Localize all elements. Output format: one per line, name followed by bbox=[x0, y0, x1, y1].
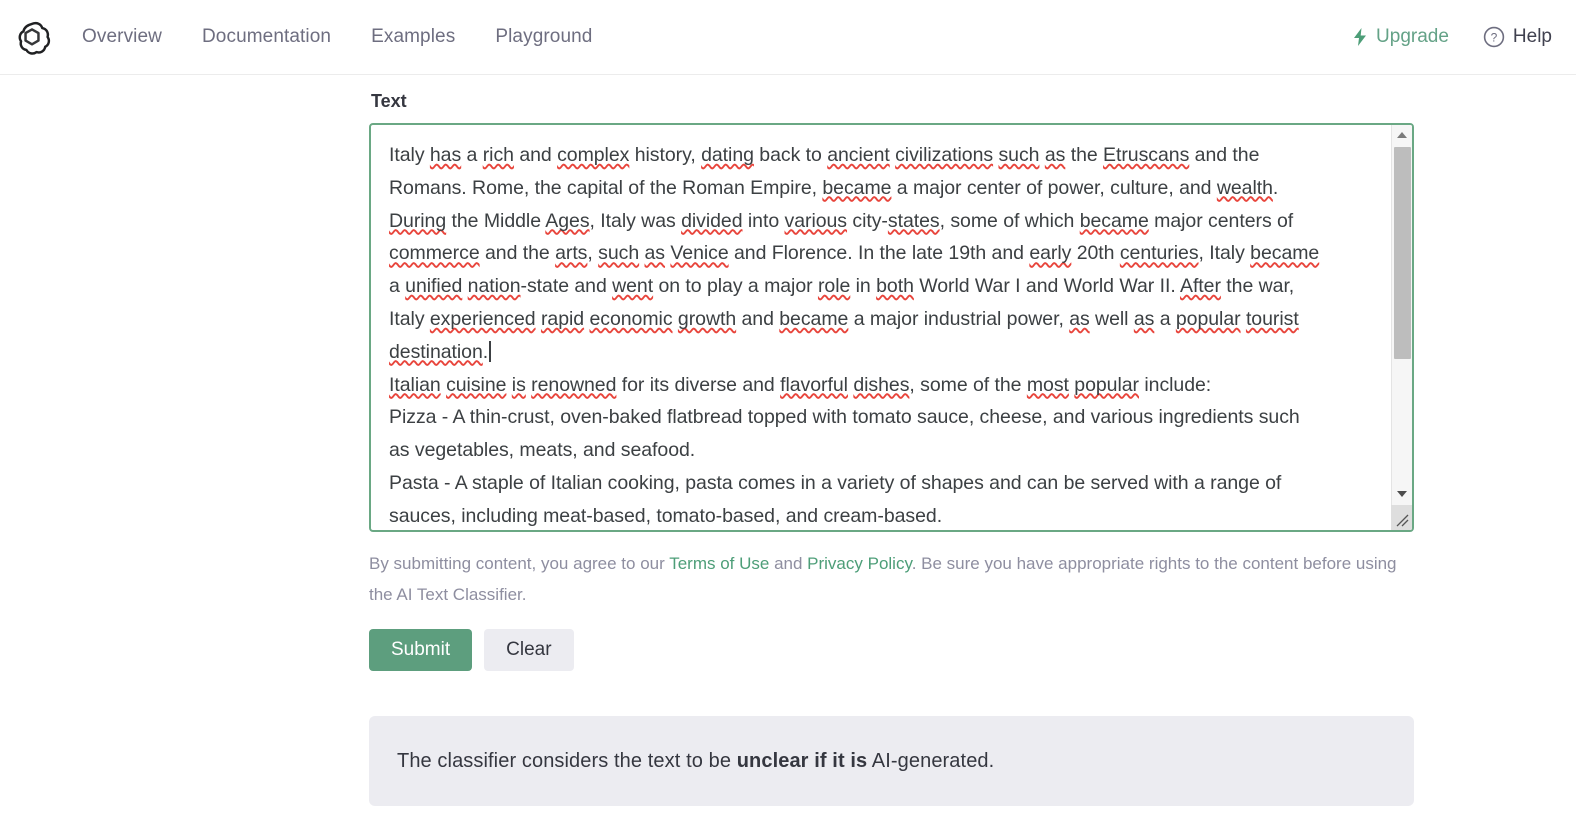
text-line: Pasta - A staple of Italian cooking, pas… bbox=[389, 471, 1282, 494]
text-line: sauces, including meat-based, tomato-bas… bbox=[389, 504, 943, 527]
question-circle-icon: ? bbox=[1483, 26, 1505, 48]
header-actions: Upgrade ? Help bbox=[1352, 26, 1552, 48]
classification-result-box: The classifier considers the text to be … bbox=[369, 716, 1414, 806]
text-line: commerce and the arts, such as Venice an… bbox=[389, 242, 1320, 265]
result-suffix: AI-generated. bbox=[867, 749, 995, 772]
upgrade-label: Upgrade bbox=[1376, 26, 1449, 47]
text-line: as vegetables, meats, and seafood. bbox=[389, 439, 696, 462]
openai-logo[interactable] bbox=[12, 17, 52, 57]
top-navigation-bar: Overview Documentation Examples Playgrou… bbox=[0, 0, 1576, 75]
submission-disclaimer: By submitting content, you agree to our … bbox=[369, 548, 1409, 610]
text-line: Italian cuisine is renowned for its dive… bbox=[389, 373, 1212, 396]
bolt-icon bbox=[1354, 28, 1367, 46]
terms-of-use-link[interactable]: Terms of Use bbox=[669, 554, 769, 573]
textarea-resize-handle[interactable] bbox=[1391, 505, 1412, 530]
chevron-down-icon bbox=[1397, 491, 1407, 497]
text-line: a unified nation-state and went on to pl… bbox=[389, 275, 1295, 298]
result-emphasis: unclear if it is bbox=[736, 749, 868, 772]
help-button[interactable]: ? Help bbox=[1483, 26, 1552, 48]
text-field-label: Text bbox=[371, 91, 407, 111]
chevron-up-icon bbox=[1397, 132, 1407, 138]
submit-button[interactable]: Submit bbox=[369, 629, 473, 671]
textarea-scrollbar[interactable] bbox=[1391, 125, 1412, 530]
text-input-area[interactable]: Italy has a rich and complex history, da… bbox=[369, 123, 1414, 532]
nav-link-documentation[interactable]: Documentation bbox=[202, 26, 331, 48]
clear-button[interactable]: Clear bbox=[484, 629, 574, 671]
upgrade-button[interactable]: Upgrade bbox=[1352, 26, 1449, 48]
nav-link-overview[interactable]: Overview bbox=[82, 26, 162, 48]
scrollbar-up-button[interactable] bbox=[1392, 125, 1412, 145]
nav-link-playground[interactable]: Playground bbox=[495, 26, 592, 48]
scrollbar-down-button[interactable] bbox=[1392, 484, 1412, 504]
help-label: Help bbox=[1512, 26, 1552, 47]
openai-logo-icon bbox=[18, 21, 51, 55]
text-input-content[interactable]: Italy has a rich and complex history, da… bbox=[371, 125, 1374, 530]
text-line: Pizza - A thin-crust, oven-baked flatbre… bbox=[389, 406, 1300, 429]
nav-link-examples[interactable]: Examples bbox=[371, 26, 455, 48]
svg-text:?: ? bbox=[1491, 31, 1498, 45]
scrollbar-thumb[interactable] bbox=[1394, 147, 1411, 359]
form-actions: Submit Clear bbox=[369, 629, 1414, 671]
page-body: Text Italy has a rich and complex histor… bbox=[0, 75, 1576, 806]
result-prefix: The classifier considers the text to be bbox=[397, 749, 737, 772]
disclaimer-part-2: and bbox=[769, 554, 808, 573]
disclaimer-part-1: By submitting content, you agree to our bbox=[369, 554, 670, 573]
text-line: Italy experienced rapid economic growth … bbox=[389, 307, 1299, 330]
text-line: Italy has a rich and complex history, da… bbox=[389, 144, 1260, 166]
text-line: During the Middle Ages, Italy was divide… bbox=[389, 209, 1294, 232]
text-caret bbox=[489, 340, 491, 362]
classification-result-text: The classifier considers the text to be … bbox=[397, 750, 994, 773]
main-nav: Overview Documentation Examples Playgrou… bbox=[82, 26, 592, 48]
text-line: destination. bbox=[389, 336, 1366, 369]
privacy-policy-link[interactable]: Privacy Policy bbox=[807, 554, 912, 573]
resize-grip-icon bbox=[1396, 514, 1409, 527]
classifier-form: Text Italy has a rich and complex histor… bbox=[369, 75, 1414, 806]
text-line: Romans. Rome, the capital of the Roman E… bbox=[389, 176, 1279, 199]
